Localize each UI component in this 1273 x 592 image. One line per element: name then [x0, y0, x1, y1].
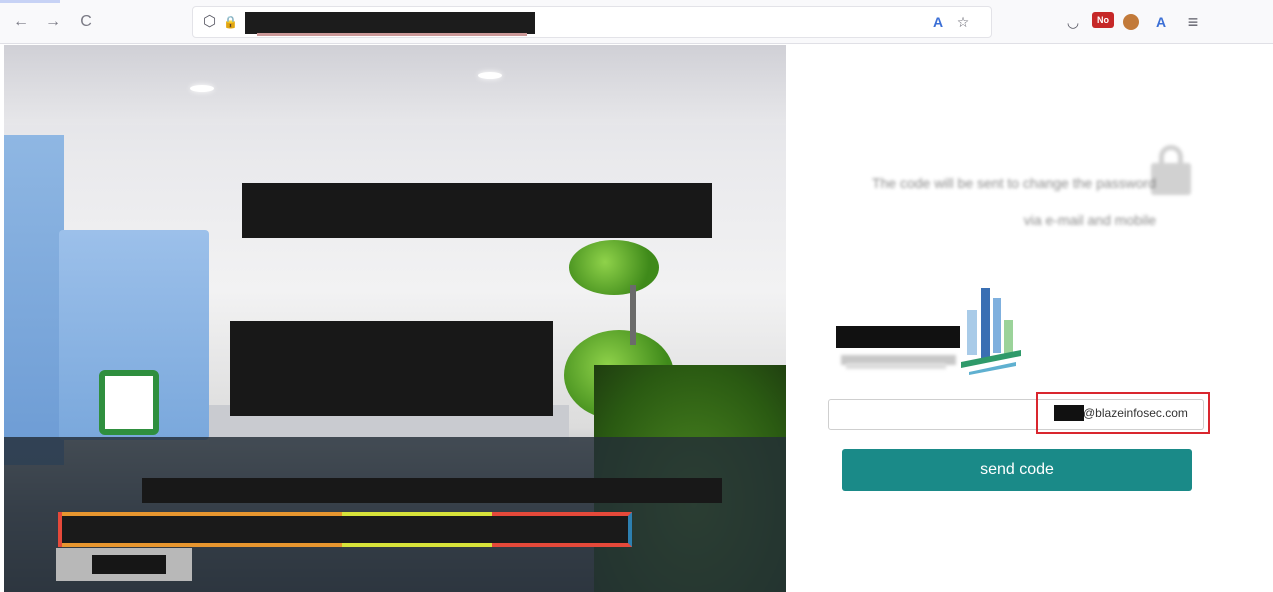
translate-icon[interactable]: A	[928, 12, 948, 32]
tree-trunk	[630, 285, 636, 345]
bookmark-star-icon[interactable]: ☆	[953, 12, 973, 32]
ceiling	[4, 45, 786, 125]
office-background-image	[4, 45, 786, 592]
company-tagline-blurred	[846, 363, 946, 369]
url-redacted-underline	[257, 33, 527, 36]
menu-icon[interactable]: ≡	[1183, 12, 1203, 32]
redacted-heading	[242, 183, 712, 238]
redacted-button	[56, 548, 192, 581]
redacted-text	[142, 478, 722, 503]
padlock-icon	[1151, 145, 1191, 195]
company-name-redacted	[836, 326, 960, 348]
company-logo-icon	[961, 288, 1021, 375]
blue-wall	[4, 135, 64, 465]
tab-indicator	[0, 0, 60, 3]
ceiling-light	[190, 85, 214, 92]
lock-icon[interactable]: 🔒	[223, 14, 238, 30]
ceiling-light	[478, 72, 502, 79]
url-redacted	[245, 12, 535, 34]
email-user-redacted	[1054, 405, 1084, 421]
cushion	[99, 370, 159, 435]
forward-button[interactable]: →	[42, 11, 64, 33]
translate-extension-icon[interactable]: A	[1151, 12, 1171, 32]
tree-foliage	[569, 240, 659, 295]
redacted-banner	[58, 512, 632, 547]
redacted-logo	[230, 321, 553, 416]
password-reset-panel: The code will be sent to change the pass…	[786, 45, 1273, 592]
address-bar[interactable]: ⬡ 🔒 A ☆	[192, 6, 992, 38]
cookie-extension-icon[interactable]	[1123, 14, 1139, 30]
back-button[interactable]: ←	[10, 11, 32, 33]
email-domain-text: @blazeinfosec.com	[1083, 406, 1188, 420]
reload-button[interactable]: C	[75, 11, 97, 33]
pocket-icon[interactable]: ◡	[1063, 12, 1083, 32]
noscript-extension-icon[interactable]: No	[1092, 12, 1114, 28]
browser-toolbar: ← → C ⬡ 🔒 A ☆ ◡ No A ≡	[0, 0, 1273, 44]
send-code-button[interactable]: send code	[842, 449, 1192, 491]
shield-icon[interactable]: ⬡	[203, 14, 216, 30]
info-text: The code will be sent to change the pass…	[871, 175, 1156, 228]
